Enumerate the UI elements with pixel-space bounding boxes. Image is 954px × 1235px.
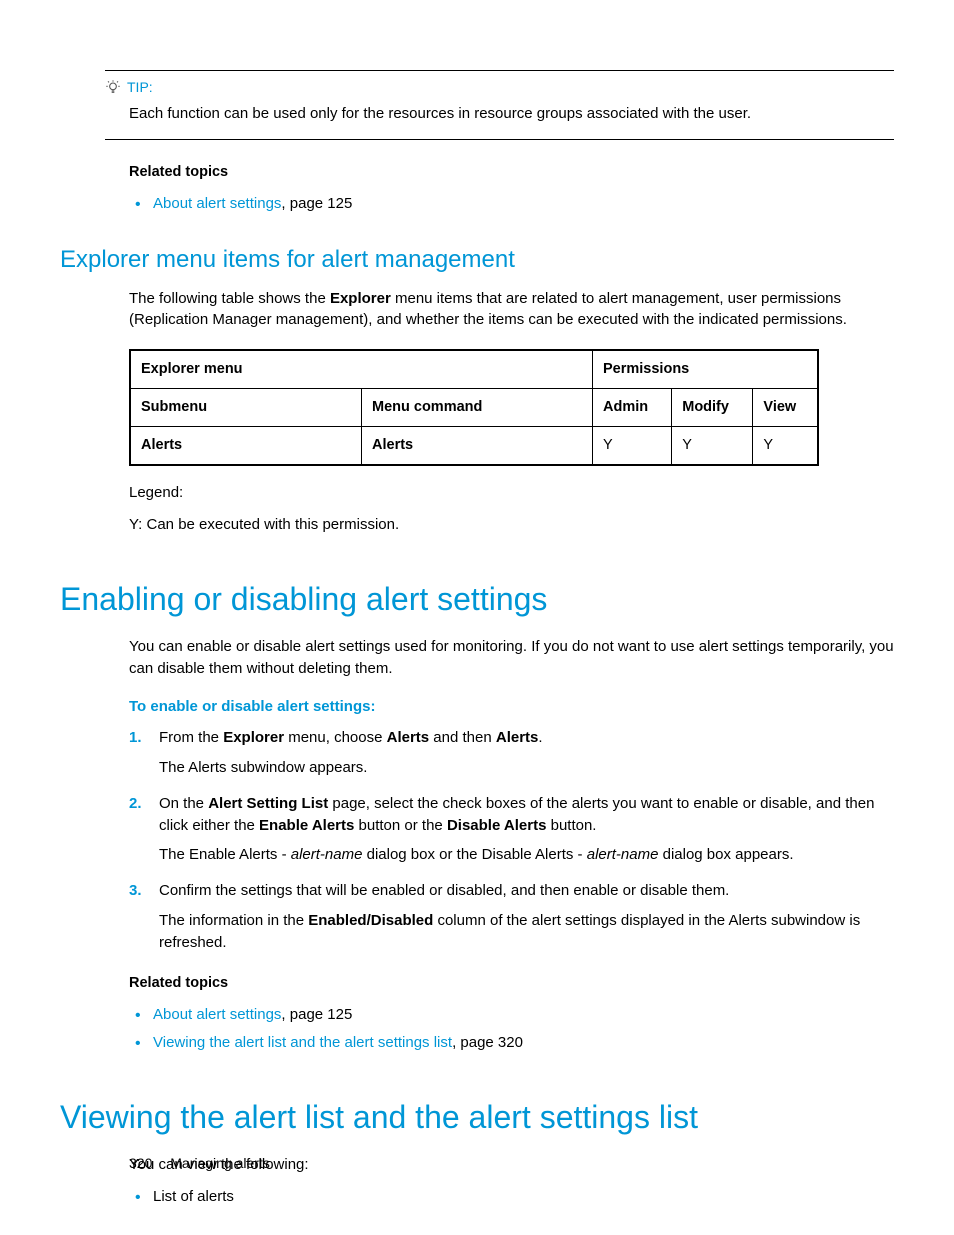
- step-1-result: The Alerts subwindow appears.: [159, 757, 894, 779]
- tip-heading: TIP:: [105, 77, 894, 97]
- text: and then: [429, 729, 496, 746]
- related-topic-rest: , page 125: [281, 195, 352, 212]
- link-about-alert-settings-2[interactable]: About alert settings: [153, 1006, 281, 1023]
- related-topic-rest: , page 125: [281, 1006, 352, 1023]
- enable-intro: You can enable or disable alert settings…: [129, 636, 894, 680]
- th-admin: Admin: [593, 389, 672, 427]
- text-italic: alert-name: [291, 846, 363, 863]
- table-header-row-1: Explorer menu Permissions: [130, 350, 818, 389]
- page-footer: 320 Managing alerts: [129, 1153, 270, 1173]
- step-1: From the Explorer menu, choose Alerts an…: [129, 727, 894, 779]
- th-explorer-menu: Explorer menu: [130, 350, 593, 389]
- td-admin: Y: [593, 427, 672, 466]
- text: dialog box or the Disable Alerts -: [362, 846, 586, 863]
- link-viewing-alert-list[interactable]: Viewing the alert list and the alert set…: [153, 1034, 452, 1051]
- page: TIP: Each function can be used only for …: [0, 0, 954, 1235]
- text-bold: Disable Alerts: [447, 817, 547, 834]
- heading-enabling-disabling: Enabling or disabling alert settings: [60, 576, 894, 622]
- page-number: 320: [129, 1155, 152, 1171]
- step-3: Confirm the settings that will be enable…: [129, 880, 894, 953]
- permissions-table: Explorer menu Permissions Submenu Menu c…: [129, 349, 819, 466]
- related-topics-heading-2: Related topics: [129, 973, 894, 994]
- related-topics-list-2: About alert settings, page 125 Viewing t…: [129, 1004, 894, 1054]
- legend-label: Legend:: [129, 482, 894, 504]
- related-topic-item: About alert settings, page 125: [129, 193, 894, 215]
- related-topics-1: Related topics About alert settings, pag…: [129, 162, 894, 215]
- text-bold: Enabled/Disabled: [308, 912, 433, 929]
- view-list-item: List of alerts: [129, 1186, 894, 1208]
- lightbulb-icon: [105, 79, 121, 95]
- th-view: View: [753, 389, 818, 427]
- td-modify: Y: [672, 427, 753, 466]
- related-topics-heading: Related topics: [129, 162, 894, 183]
- text: The Enable Alerts -: [159, 846, 291, 863]
- related-topic-item: Viewing the alert list and the alert set…: [129, 1032, 894, 1054]
- chapter-title: Managing alerts: [170, 1155, 270, 1171]
- td-submenu: Alerts: [130, 427, 362, 466]
- explorer-intro: The following table shows the Explorer m…: [129, 288, 894, 332]
- tip-label: TIP:: [127, 77, 153, 97]
- step-2: On the Alert Setting List page, select t…: [129, 793, 894, 866]
- text-italic: alert-name: [587, 846, 659, 863]
- text: button or the: [354, 817, 447, 834]
- text: From the: [159, 729, 223, 746]
- th-submenu: Submenu: [130, 389, 362, 427]
- link-about-alert-settings[interactable]: About alert settings: [153, 195, 281, 212]
- table-legend: Legend: Y: Can be executed with this per…: [129, 482, 894, 536]
- legend-text: Y: Can be executed with this permission.: [129, 514, 894, 536]
- text: The information in the: [159, 912, 308, 929]
- heading-viewing-alert-list: Viewing the alert list and the alert set…: [60, 1094, 894, 1140]
- tip-body: Each function can be used only for the r…: [129, 103, 894, 125]
- text: Confirm the settings that will be enable…: [159, 882, 729, 899]
- enable-section-body: You can enable or disable alert settings…: [129, 636, 894, 1054]
- th-menu-command: Menu command: [362, 389, 593, 427]
- text-bold: Alerts: [387, 729, 430, 746]
- text: The following table shows the: [129, 290, 330, 307]
- text-bold: Alerts: [496, 729, 539, 746]
- th-permissions: Permissions: [593, 350, 819, 389]
- td-menu-command: Alerts: [362, 427, 593, 466]
- table-header-row-2: Submenu Menu command Admin Modify View: [130, 389, 818, 427]
- tip-block: TIP: Each function can be used only for …: [105, 70, 894, 140]
- text-bold: Explorer: [330, 290, 391, 307]
- related-topic-rest: , page 320: [452, 1034, 523, 1051]
- text: .: [538, 729, 542, 746]
- text: dialog box appears.: [658, 846, 793, 863]
- th-modify: Modify: [672, 389, 753, 427]
- procedure-heading: To enable or disable alert settings:: [129, 696, 894, 718]
- step-2-result: The Enable Alerts - alert-name dialog bo…: [159, 844, 894, 866]
- table-row: Alerts Alerts Y Y Y: [130, 427, 818, 466]
- heading-explorer-menu-items: Explorer menu items for alert management: [60, 243, 894, 278]
- text: menu, choose: [284, 729, 387, 746]
- procedure-steps: From the Explorer menu, choose Alerts an…: [129, 727, 894, 953]
- text: On the: [159, 795, 208, 812]
- text-bold: Enable Alerts: [259, 817, 354, 834]
- text-bold: Alert Setting List: [208, 795, 328, 812]
- step-3-result: The information in the Enabled/Disabled …: [159, 910, 894, 954]
- text-bold: Explorer: [223, 729, 284, 746]
- td-view: Y: [753, 427, 818, 466]
- text: button.: [546, 817, 596, 834]
- view-list: List of alerts: [129, 1186, 894, 1208]
- related-topics-list: About alert settings, page 125: [129, 193, 894, 215]
- related-topic-item: About alert settings, page 125: [129, 1004, 894, 1026]
